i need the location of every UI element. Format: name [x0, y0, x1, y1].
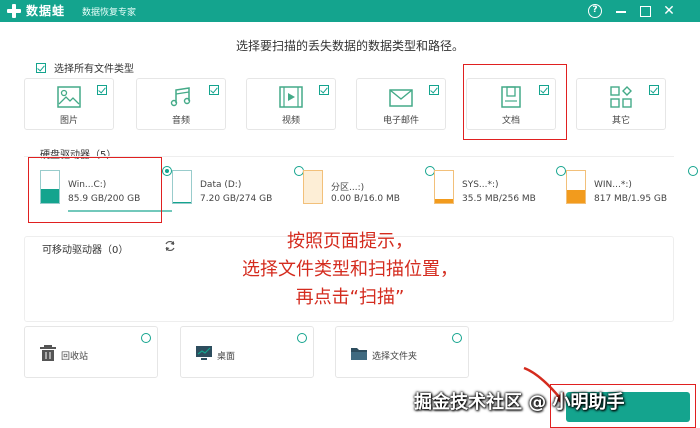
video-icon — [279, 86, 303, 108]
type-card-audio[interactable]: 音频 — [136, 78, 226, 130]
help-icon[interactable]: ? — [588, 4, 602, 18]
location-label: 桌面 — [217, 352, 236, 362]
refresh-icon[interactable] — [164, 240, 176, 252]
type-checkbox[interactable] — [429, 85, 439, 95]
select-all-types[interactable]: 选择所有文件类型 — [36, 60, 134, 75]
type-label: 图片 — [59, 116, 78, 126]
location-select-folder[interactable]: 选择文件夹 — [335, 326, 469, 378]
mail-icon — [389, 89, 413, 107]
type-checkbox[interactable] — [319, 85, 329, 95]
drive-size: 0.00 B/16.0 MB — [331, 194, 400, 204]
type-checkbox[interactable] — [649, 85, 659, 95]
drive-size: 817 MB/1.95 GB — [594, 194, 668, 204]
drive-size: 7.20 GB/274 GB — [200, 194, 273, 204]
drive-item[interactable]: 分区...:) 0.00 B/16.0 MB — [303, 166, 435, 218]
drive-name: SYS...*:) — [462, 180, 499, 190]
app-logo: 数据蛙 — [6, 2, 65, 19]
drive-name: WIN...*:) — [594, 180, 632, 190]
close-icon[interactable]: ✕ — [660, 2, 678, 20]
annotation-line-1: 按照页面提示， — [287, 231, 413, 252]
type-card-image[interactable]: 图片 — [24, 78, 114, 130]
type-label: 视频 — [281, 116, 300, 126]
type-card-video[interactable]: 视频 — [246, 78, 336, 130]
drive-icon — [566, 170, 586, 204]
location-recycle-bin[interactable]: 回收站 — [24, 326, 158, 378]
app-name: 数据蛙 — [26, 4, 66, 18]
location-radio[interactable] — [297, 333, 307, 343]
logo-cross-icon — [6, 3, 22, 19]
highlight-drive-box — [28, 157, 162, 223]
annotation-line-3: 再点击“扫描” — [295, 287, 405, 308]
drive-name: 分区...:) — [331, 183, 365, 193]
image-icon — [57, 86, 81, 108]
instruction-text: 选择要扫描的丢失数据的数据类型和路径。 — [235, 39, 464, 53]
location-desktop[interactable]: 桌面 — [180, 326, 314, 378]
annotation-line-2: 选择文件类型和扫描位置， — [242, 259, 458, 280]
watermark-text: 掘金技术社区 @ 小明助手 — [414, 392, 625, 413]
type-card-other[interactable]: 其它 — [576, 78, 666, 130]
drive-item[interactable]: SYS...*:) 35.5 MB/256 MB — [434, 166, 566, 218]
drive-radio[interactable] — [688, 166, 698, 176]
drive-size: 35.5 MB/256 MB — [462, 194, 536, 204]
removable-drive-title: 可移动驱动器（0） — [42, 245, 129, 256]
type-label: 音频 — [171, 116, 190, 126]
other-icon — [610, 86, 632, 108]
drive-name: Data (D:) — [200, 180, 242, 190]
type-checkbox[interactable] — [97, 85, 107, 95]
minimize-icon[interactable] — [612, 2, 630, 20]
location-radio[interactable] — [141, 333, 151, 343]
drive-item[interactable]: Data (D:) 7.20 GB/274 GB — [172, 166, 304, 218]
drive-icon — [172, 170, 192, 204]
drive-item[interactable]: WIN...*:) 817 MB/1.95 GB — [566, 166, 698, 218]
recycle-bin-icon — [40, 345, 56, 361]
drive-icon — [434, 170, 454, 204]
location-radio[interactable] — [452, 333, 462, 343]
drive-radio[interactable] — [556, 166, 566, 176]
type-checkbox[interactable] — [209, 85, 219, 95]
select-all-label: 选择所有文件类型 — [54, 64, 134, 75]
type-label: 电子邮件 — [382, 116, 419, 126]
type-card-email[interactable]: 电子邮件 — [356, 78, 446, 130]
title-bar: 数据蛙 数据恢复专家 ? ✕ — [0, 0, 700, 22]
maximize-icon[interactable] — [636, 2, 654, 20]
desktop-icon — [196, 346, 212, 360]
drive-radio[interactable] — [162, 166, 172, 176]
folder-icon — [351, 348, 367, 360]
location-label: 回收站 — [61, 352, 89, 362]
drive-icon — [303, 170, 323, 204]
highlight-document-box — [463, 64, 567, 140]
app-subtitle: 数据恢复专家 — [82, 8, 137, 18]
select-all-checkbox[interactable] — [36, 62, 46, 73]
music-icon — [170, 87, 191, 107]
type-label: 其它 — [611, 116, 630, 126]
location-label: 选择文件夹 — [372, 352, 418, 362]
